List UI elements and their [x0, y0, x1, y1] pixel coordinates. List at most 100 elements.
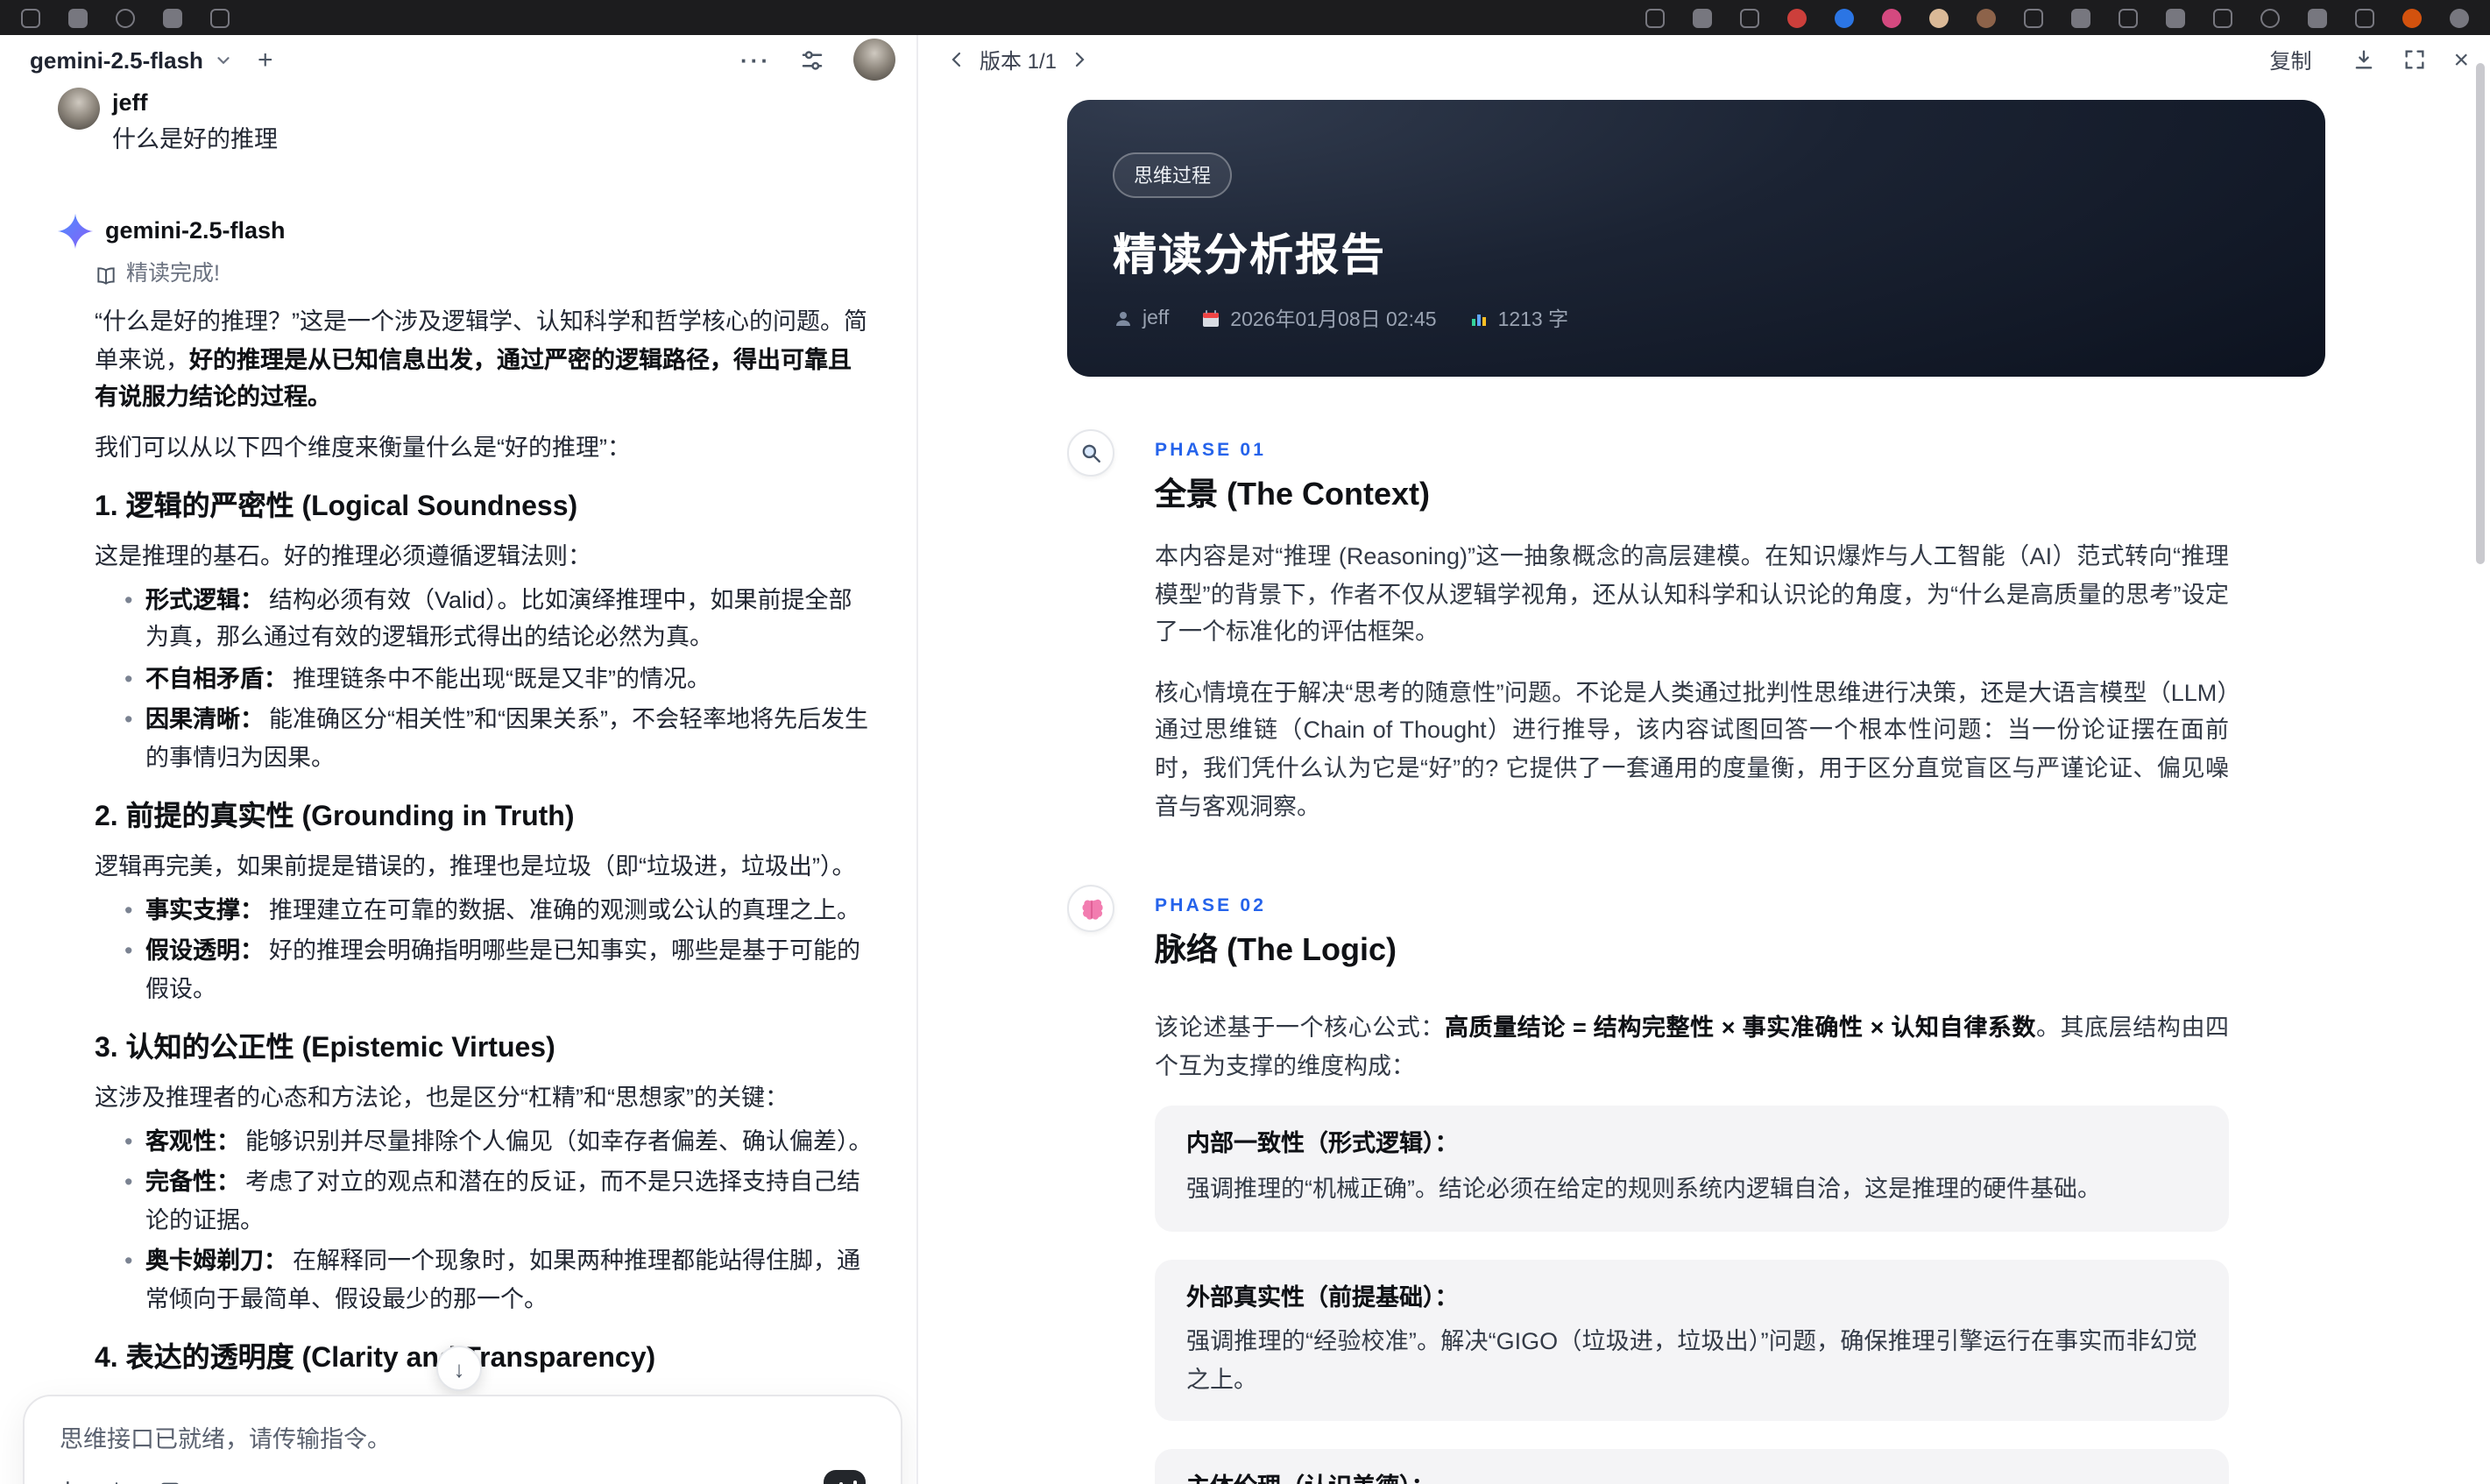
- menubar-icon[interactable]: [116, 8, 135, 27]
- bullet-list: 形式逻辑：结构必须有效（Valid）。比如演绎推理中，如果前提全部为真，那么通过…: [124, 581, 873, 776]
- phase-section: PHASE 02 脉络 (The Logic) 该论述基于一个核心公式：高质量结…: [1067, 885, 2325, 1484]
- user-message: jeff 什么是好的推理: [58, 88, 873, 158]
- dimension-card: 主体伦理（认识美德）： 转向推理者的心理特征。引入奥卡姆剃刀和反向论证，旨在克服…: [1155, 1449, 2229, 1484]
- extension-icon-peach[interactable]: [1929, 8, 1949, 27]
- chat-message-list: jeff 什么是好的推理 gemini-2.5-flash 精读完成! “什么是…: [0, 84, 916, 1484]
- fullscreen-icon[interactable]: [2402, 47, 2427, 72]
- chat-panel: gemini-2.5-flash + ··· jeff 什么是好的推理 gemi…: [0, 35, 918, 1484]
- chevron-down-icon[interactable]: [214, 50, 233, 69]
- add-attachment-button[interactable]: +: [60, 1476, 76, 1484]
- meta-author: jeff: [1142, 308, 1170, 329]
- meta-word-count: 1213 字: [1497, 310, 1569, 331]
- copy-button[interactable]: 复制: [2269, 45, 2311, 74]
- menubar-icon[interactable]: [2308, 8, 2327, 27]
- close-icon[interactable]: ×: [2453, 45, 2469, 74]
- user-avatar[interactable]: [853, 39, 895, 81]
- bullet-item: 因果清晰：能准确区分“相关性”和“因果关系”，不会轻率地将先后发生的事情归为因果…: [124, 701, 873, 776]
- artifact-panel: 版本 1/1 复制 × 思维过程 精读分析报告 jeff 2026年01月08日…: [918, 35, 2490, 1484]
- extension-icon-blue[interactable]: [1835, 8, 1854, 27]
- user-name: jeff: [112, 89, 148, 116]
- section-heading: 4. 表达的透明度 (Clarity and Transparency): [95, 1344, 656, 1374]
- artifact-document: 思维过程 精读分析报告 jeff 2026年01月08日 02:45 1213 …: [1067, 84, 2325, 1484]
- extension-icon-red[interactable]: [1787, 8, 1807, 27]
- menubar-icon[interactable]: [1740, 8, 1759, 27]
- bullet-item: 事实支撑：推理建立在可靠的数据、准确的观测或公认的真理之上。: [124, 891, 873, 929]
- menubar-icon[interactable]: [2260, 8, 2280, 27]
- page-title: 精读分析报告: [1113, 231, 1387, 280]
- bullet-list: 客观性：能够识别并尽量排除个人偏见（如幸存者偏差、确认偏差）。 完备性：考虑了对…: [124, 1122, 873, 1318]
- phase-paragraph: 该论述基于一个核心公式：高质量结论 = 结构完整性 × 事实准确性 × 认知自律…: [1155, 1014, 2230, 1079]
- phase-paragraph: 本内容是对“推理 (Reasoning)”这一抽象概念的高层建模。在知识爆炸与人…: [1155, 543, 2229, 646]
- message-input[interactable]: 思维接口已就绪，请传输指令。: [60, 1419, 873, 1454]
- record-icon[interactable]: [2402, 8, 2422, 27]
- menubar-icon[interactable]: [210, 8, 230, 27]
- scrollbar[interactable]: [2476, 63, 2485, 564]
- app-window: gemini-2.5-flash + ··· jeff 什么是好的推理 gemi…: [0, 0, 2490, 1484]
- assistant-paragraph: “什么是好的推理？”这是一个涉及逻辑学、认知科学和哲学核心的问题。简单来说，好的…: [95, 308, 867, 410]
- assistant-paragraph: 我们可以从以下四个维度来衡量什么是“好的推理”：: [95, 434, 631, 460]
- menubar-icon[interactable]: [2166, 8, 2185, 27]
- card-title: 内部一致性（形式逻辑）：: [1186, 1130, 1459, 1157]
- phase-label: PHASE 02: [1155, 895, 1267, 917]
- menubar-icon[interactable]: [2213, 8, 2232, 27]
- menubar-icon[interactable]: [163, 8, 182, 27]
- book-icon: [95, 264, 117, 286]
- extension-icon-pink[interactable]: [1882, 8, 1901, 27]
- gemini-sparkle-icon: [56, 212, 95, 251]
- section-heading: 1. 逻辑的严密性 (Logical Soundness): [95, 492, 578, 522]
- settings-sliders-icon[interactable]: [799, 46, 825, 73]
- magnifier-icon: [1067, 429, 1114, 477]
- menubar-icon[interactable]: [2119, 8, 2138, 27]
- menubar-left-icons: [21, 8, 230, 27]
- bullet-item: 奥卡姆剃刀：在解释同一个现象时，如果两种推理都能站得住脚，通常倾向于最简单、假设…: [124, 1242, 873, 1318]
- download-icon[interactable]: [2352, 47, 2376, 72]
- calendar-icon: [1200, 308, 1221, 329]
- composer: 思维接口已就绪，请传输指令。 +: [23, 1395, 902, 1484]
- menubar-icon[interactable]: [1693, 8, 1712, 27]
- version-label: 版本 1/1: [980, 48, 1058, 73]
- brain-icon: [1067, 885, 1114, 933]
- menubar-icon[interactable]: [2355, 8, 2374, 27]
- report-meta: jeff 2026年01月08日 02:45 1213 字: [1113, 305, 2280, 333]
- bullet-item: 不自相矛盾：推理链条中不能出现“既是又非”的情况。: [124, 660, 873, 697]
- menubar-icon[interactable]: [2024, 8, 2043, 27]
- scroll-to-bottom-button[interactable]: ↓: [436, 1346, 482, 1391]
- phase-title: 全景 (The Context): [1155, 477, 1430, 512]
- bullet-item: 假设透明：好的推理会明确指明哪些是已知事实，哪些是基于可能的假设。: [124, 932, 873, 1007]
- artifact-toolbar: 版本 1/1 复制 ×: [918, 35, 2490, 84]
- next-version-button[interactable]: [1069, 49, 1090, 70]
- bar-chart-icon: [1468, 308, 1489, 329]
- previous-version-button[interactable]: [946, 49, 967, 70]
- menubar-right-icons: [1645, 8, 2469, 27]
- avatar: [58, 88, 100, 130]
- bullet-item: 客观性：能够识别并尽量排除个人偏见（如幸存者偏差、确认偏差）。: [124, 1122, 873, 1160]
- profile-icon[interactable]: [2450, 8, 2469, 27]
- new-chat-button[interactable]: +: [258, 45, 273, 74]
- menubar: [0, 0, 2490, 35]
- dimension-card: 外部真实性（前提基础）： 强调推理的“经验校准”。解决“GIGO（垃圾进，垃圾出…: [1155, 1259, 2229, 1422]
- voice-input-button[interactable]: [824, 1470, 866, 1484]
- status-line: 精读完成!: [95, 259, 873, 291]
- asterisk-tools-icon[interactable]: [106, 1480, 129, 1484]
- bullet-item: 形式逻辑：结构必须有效（Valid）。比如演绎推理中，如果前提全部为真，那么通过…: [124, 581, 873, 656]
- status-text: 精读完成!: [126, 261, 220, 286]
- badge: 思维过程: [1113, 152, 1232, 198]
- chat-header: gemini-2.5-flash + ···: [0, 35, 916, 84]
- card-title: 外部真实性（前提基础）：: [1186, 1283, 1459, 1311]
- section-heading: 2. 前提的真实性 (Grounding in Truth): [95, 802, 575, 832]
- model-selector[interactable]: gemini-2.5-flash: [30, 46, 203, 73]
- bullet-list: 事实支撑：推理建立在可靠的数据、准确的观测或公认的真理之上。 假设透明：好的推理…: [124, 891, 873, 1007]
- menubar-icon[interactable]: [21, 8, 40, 27]
- menubar-icon[interactable]: [1645, 8, 1665, 27]
- section-desc: 这是推理的基石。好的推理必须遵循逻辑法则：: [95, 543, 591, 569]
- person-icon: [1113, 308, 1134, 329]
- phase-label: PHASE 01: [1155, 440, 1267, 461]
- more-options-button[interactable]: ···: [740, 46, 771, 73]
- user-message-text: 什么是好的推理: [112, 126, 278, 152]
- extension-icon-brown[interactable]: [1977, 8, 1996, 27]
- panel-icon[interactable]: [159, 1479, 183, 1484]
- report-hero: 思维过程 精读分析报告 jeff 2026年01月08日 02:45 1213 …: [1067, 100, 2325, 377]
- menubar-icon[interactable]: [2071, 8, 2090, 27]
- card-title: 主体伦理（认识美德）：: [1186, 1469, 2197, 1484]
- menubar-icon[interactable]: [68, 8, 88, 27]
